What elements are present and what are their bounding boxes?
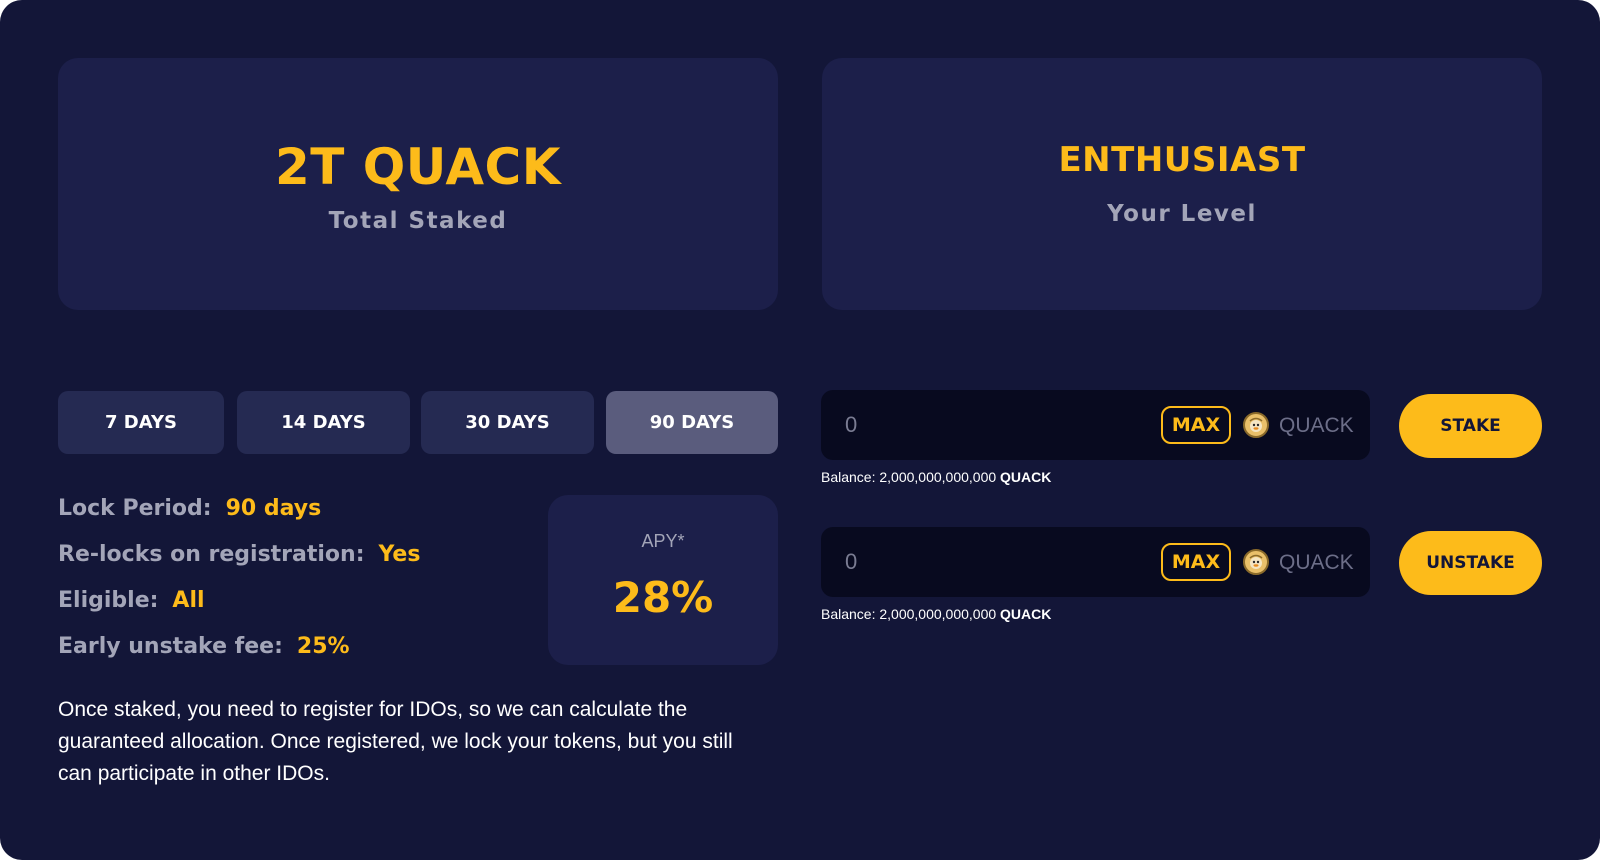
total-staked-label: Total Staked bbox=[328, 208, 508, 234]
unstake-balance-token: QUACK bbox=[1000, 606, 1052, 622]
stake-balance-token: QUACK bbox=[1000, 469, 1052, 485]
early-unstake-fee-label: Early unstake fee: bbox=[58, 634, 283, 659]
unstake-balance-amount: Balance: 2,000,000,000,000 bbox=[821, 606, 997, 622]
tab-90-days[interactable]: 90 DAYS bbox=[606, 391, 778, 454]
apy-label: APY* bbox=[641, 531, 685, 551]
lock-period-value: 90 days bbox=[225, 496, 322, 521]
staking-description: Once staked, you need to register for ID… bbox=[58, 698, 733, 785]
total-staked-card: 2T QUACK Total Staked bbox=[58, 58, 778, 310]
relocks-label: Re-locks on registration: bbox=[58, 542, 365, 567]
relocks-value: Yes bbox=[378, 542, 421, 567]
stake-amount-input[interactable] bbox=[845, 406, 1145, 444]
eligible-value: All bbox=[172, 588, 205, 613]
tab-30-days[interactable]: 30 DAYS bbox=[421, 391, 594, 454]
staking-panel: 2T QUACK Total Staked ENTHUSIAST Your Le… bbox=[0, 0, 1600, 860]
relocks-row: Re-locks on registration: Yes bbox=[58, 542, 420, 567]
early-unstake-fee-row: Early unstake fee: 25% bbox=[58, 634, 350, 659]
tab-14-days[interactable]: 14 DAYS bbox=[237, 391, 410, 454]
early-unstake-fee-value: 25% bbox=[296, 634, 350, 659]
stake-balance: Balance: 2,000,000,000,000 QUACK bbox=[821, 469, 1051, 485]
unstake-amount-input[interactable] bbox=[845, 543, 1145, 581]
unstake-max-button[interactable]: MAX bbox=[1161, 543, 1231, 581]
level-label: Your Level bbox=[1107, 201, 1257, 227]
stake-max-button[interactable]: MAX bbox=[1161, 406, 1231, 444]
unstake-token-name: QUACK bbox=[1279, 551, 1354, 574]
unstake-amount-box: MAX QUACK bbox=[821, 527, 1370, 597]
unstake-button[interactable]: UNSTAKE bbox=[1399, 531, 1542, 595]
apy-card: APY* 28% bbox=[548, 495, 778, 665]
stake-amount-box: MAX QUACK bbox=[821, 390, 1370, 460]
your-level-card: ENTHUSIAST Your Level bbox=[822, 58, 1542, 310]
total-staked-value: 2T QUACK bbox=[274, 138, 561, 196]
stake-balance-amount: Balance: 2,000,000,000,000 bbox=[821, 469, 997, 485]
unstake-balance: Balance: 2,000,000,000,000 QUACK bbox=[821, 606, 1051, 622]
lock-period-row: Lock Period: 90 days bbox=[58, 496, 321, 521]
quack-duck-icon bbox=[1243, 549, 1269, 575]
quack-duck-icon bbox=[1243, 412, 1269, 438]
lock-period-label: Lock Period: bbox=[58, 496, 212, 521]
level-value: ENTHUSIAST bbox=[1058, 140, 1306, 180]
tab-7-days[interactable]: 7 DAYS bbox=[58, 391, 224, 454]
eligible-label: Eligible: bbox=[58, 588, 159, 613]
apy-value: 28% bbox=[612, 573, 714, 622]
stake-token-name: QUACK bbox=[1279, 414, 1354, 437]
stake-button[interactable]: STAKE bbox=[1399, 394, 1542, 458]
eligible-row: Eligible: All bbox=[58, 588, 205, 613]
